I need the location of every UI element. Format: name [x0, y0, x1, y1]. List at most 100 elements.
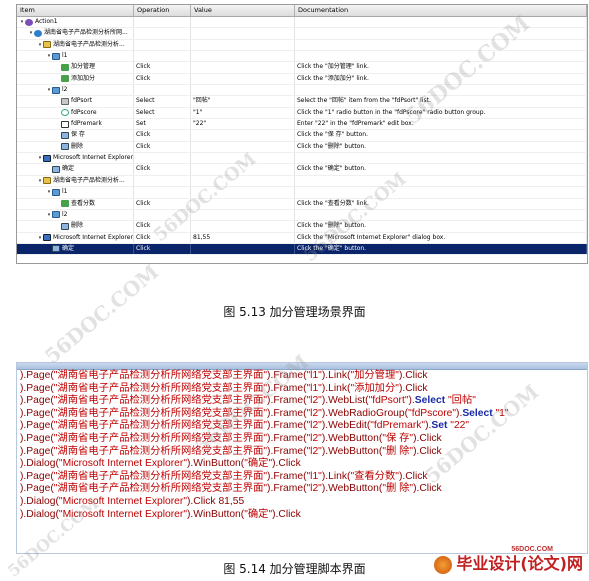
documentation-cell[interactable]: [295, 28, 587, 39]
documentation-cell[interactable]: Enter "22" in the "fdPremark" edit box.: [295, 119, 587, 130]
operation-cell[interactable]: Click: [134, 243, 191, 255]
script-line[interactable]: ).Page("湖南省电子产品检测分析所网络党支部主界面").Frame("l1…: [17, 383, 587, 396]
operation-cell[interactable]: [134, 153, 191, 164]
grid-row[interactable]: ▾ Microsoft Internet Explorer: [17, 153, 587, 165]
value-cell[interactable]: [191, 130, 295, 141]
grid-row[interactable]: 确定 Click Click the "确定" button.: [17, 243, 587, 256]
item-cell[interactable]: 删除: [17, 221, 134, 232]
documentation-cell[interactable]: [295, 17, 587, 28]
documentation-cell[interactable]: Click the "删除" button.: [295, 141, 587, 153]
documentation-cell[interactable]: Click the "确定" button.: [295, 164, 587, 175]
script-line[interactable]: ).Dialog("Microsoft Internet Explorer").…: [17, 458, 587, 471]
grid-row[interactable]: ▾ l1: [17, 187, 587, 199]
operation-cell[interactable]: Select: [134, 96, 191, 107]
grid-row[interactable]: 保 存 Click Click the "保 存" button.: [17, 130, 587, 142]
value-cell[interactable]: "1": [191, 107, 295, 119]
grid-row[interactable]: ▾ Microsoft Internet Explorer Click 81,55 Cl…: [17, 232, 587, 244]
value-cell[interactable]: [191, 17, 295, 28]
documentation-cell[interactable]: [295, 85, 587, 96]
column-header-value[interactable]: Value: [191, 5, 295, 16]
value-cell[interactable]: [191, 85, 295, 96]
value-cell[interactable]: [191, 175, 295, 187]
grid-row[interactable]: ▾ l2: [17, 209, 587, 222]
value-cell[interactable]: "22": [191, 119, 295, 130]
item-cell[interactable]: ▾ Action1: [17, 17, 134, 28]
documentation-cell[interactable]: Click the "Microsoft Internet Explorer" …: [295, 232, 587, 243]
value-cell[interactable]: [191, 243, 295, 255]
script-line[interactable]: ).Page("湖南省电子产品检测分析所网络党支部主界面").Frame("l2…: [17, 446, 587, 459]
item-cell[interactable]: ▾ l1: [17, 51, 134, 62]
grid-row[interactable]: ▾ l2: [17, 85, 587, 97]
value-cell[interactable]: [191, 221, 295, 232]
item-cell[interactable]: 加分管理: [17, 62, 134, 73]
script-line[interactable]: ).Page("湖南省电子产品检测分析所网络党支部主界面").Frame("l2…: [17, 483, 587, 496]
item-cell[interactable]: ▾ l1: [17, 187, 134, 198]
operation-cell[interactable]: Select: [134, 107, 191, 119]
script-line[interactable]: ).Page("湖南省电子产品检测分析所网络党支部主界面").Frame("l1…: [17, 471, 587, 484]
documentation-cell[interactable]: Click the "删除" button.: [295, 221, 587, 232]
documentation-cell[interactable]: Click the "保 存" button.: [295, 130, 587, 141]
documentation-cell[interactable]: [295, 209, 587, 221]
operation-cell[interactable]: Click: [134, 130, 191, 141]
operation-cell[interactable]: [134, 175, 191, 187]
documentation-cell[interactable]: Click the "确定" button.: [295, 243, 587, 255]
item-cell[interactable]: 确定: [17, 243, 134, 255]
grid-row[interactable]: 删除 Click Click the "删除" button.: [17, 221, 587, 233]
item-cell[interactable]: ▾ l2: [17, 209, 134, 221]
grid-row[interactable]: ▾ 湖南省电子产品检测分析所网...: [17, 28, 587, 40]
item-cell[interactable]: ▾ l2: [17, 85, 134, 96]
operation-cell[interactable]: [134, 85, 191, 96]
value-cell[interactable]: [191, 28, 295, 39]
value-cell[interactable]: "回帖": [191, 96, 295, 107]
column-header-documentation[interactable]: Documentation: [295, 5, 587, 16]
value-cell[interactable]: [191, 62, 295, 73]
script-body[interactable]: ).Page("湖南省电子产品检测分析所网络党支部主界面").Frame("l1…: [17, 370, 587, 521]
item-cell[interactable]: fdPremark: [17, 119, 134, 130]
grid-row[interactable]: fdPremark Set "22" Enter "22" in the "fdPre…: [17, 119, 587, 131]
grid-row[interactable]: ▾ 湖南省电子产品检测分析...: [17, 39, 587, 52]
value-cell[interactable]: 81,55: [191, 232, 295, 243]
grid-row[interactable]: 加分管理 Click Click the "加分管理" link.: [17, 62, 587, 74]
item-cell[interactable]: ▾ Microsoft Internet Explorer: [17, 232, 134, 243]
item-cell[interactable]: ▾ 湖南省电子产品检测分析...: [17, 175, 134, 187]
script-line[interactable]: ).Page("湖南省电子产品检测分析所网络党支部主界面").Frame("l2…: [17, 395, 587, 408]
operation-cell[interactable]: Click: [134, 221, 191, 232]
grid-row[interactable]: 查看分数 Click Click the "查看分数" link.: [17, 198, 587, 210]
operation-cell[interactable]: [134, 28, 191, 39]
grid-row[interactable]: 添加加分 Click Click the "添加加分" link.: [17, 73, 587, 86]
script-line[interactable]: ).Dialog("Microsoft Internet Explorer").…: [17, 509, 587, 522]
grid-row[interactable]: 确定 Click Click the "确定" button.: [17, 164, 587, 176]
documentation-cell[interactable]: [295, 175, 587, 187]
value-cell[interactable]: [191, 141, 295, 153]
item-cell[interactable]: 查看分数: [17, 198, 134, 209]
grid-row[interactable]: ▾ l1: [17, 51, 587, 63]
value-cell[interactable]: [191, 209, 295, 221]
operation-cell[interactable]: Set: [134, 119, 191, 130]
operation-cell[interactable]: Click: [134, 141, 191, 153]
value-cell[interactable]: [191, 198, 295, 209]
value-cell[interactable]: [191, 51, 295, 62]
column-header-item[interactable]: Item: [17, 5, 134, 16]
operation-cell[interactable]: [134, 187, 191, 198]
operation-cell[interactable]: Click: [134, 164, 191, 175]
item-cell[interactable]: 添加加分: [17, 73, 134, 85]
item-cell[interactable]: 删除: [17, 141, 134, 153]
documentation-cell[interactable]: Click the "1" radio button in the "fdPsc…: [295, 107, 587, 119]
column-header-operation[interactable]: Operation: [134, 5, 191, 16]
script-line[interactable]: ).Page("湖南省电子产品检测分析所网络党支部主界面").Frame("l2…: [17, 433, 587, 446]
documentation-cell[interactable]: [295, 153, 587, 164]
operation-cell[interactable]: [134, 51, 191, 62]
item-cell[interactable]: ▾ 湖南省电子产品检测分析所网...: [17, 28, 134, 39]
operation-cell[interactable]: Click: [134, 198, 191, 209]
item-cell[interactable]: 保 存: [17, 130, 134, 141]
item-cell[interactable]: ▾ 湖南省电子产品检测分析...: [17, 39, 134, 51]
item-cell[interactable]: ▾ Microsoft Internet Explorer: [17, 153, 134, 164]
operation-cell[interactable]: Click: [134, 232, 191, 243]
documentation-cell[interactable]: Click the "查看分数" link.: [295, 198, 587, 209]
documentation-cell[interactable]: Click the "加分管理" link.: [295, 62, 587, 73]
documentation-cell[interactable]: [295, 51, 587, 62]
operation-cell[interactable]: [134, 39, 191, 51]
grid-row[interactable]: ▾ 湖南省电子产品检测分析...: [17, 175, 587, 188]
script-line[interactable]: ).Page("湖南省电子产品检测分析所网络党支部主界面").Frame("l2…: [17, 420, 587, 433]
operation-cell[interactable]: [134, 17, 191, 28]
